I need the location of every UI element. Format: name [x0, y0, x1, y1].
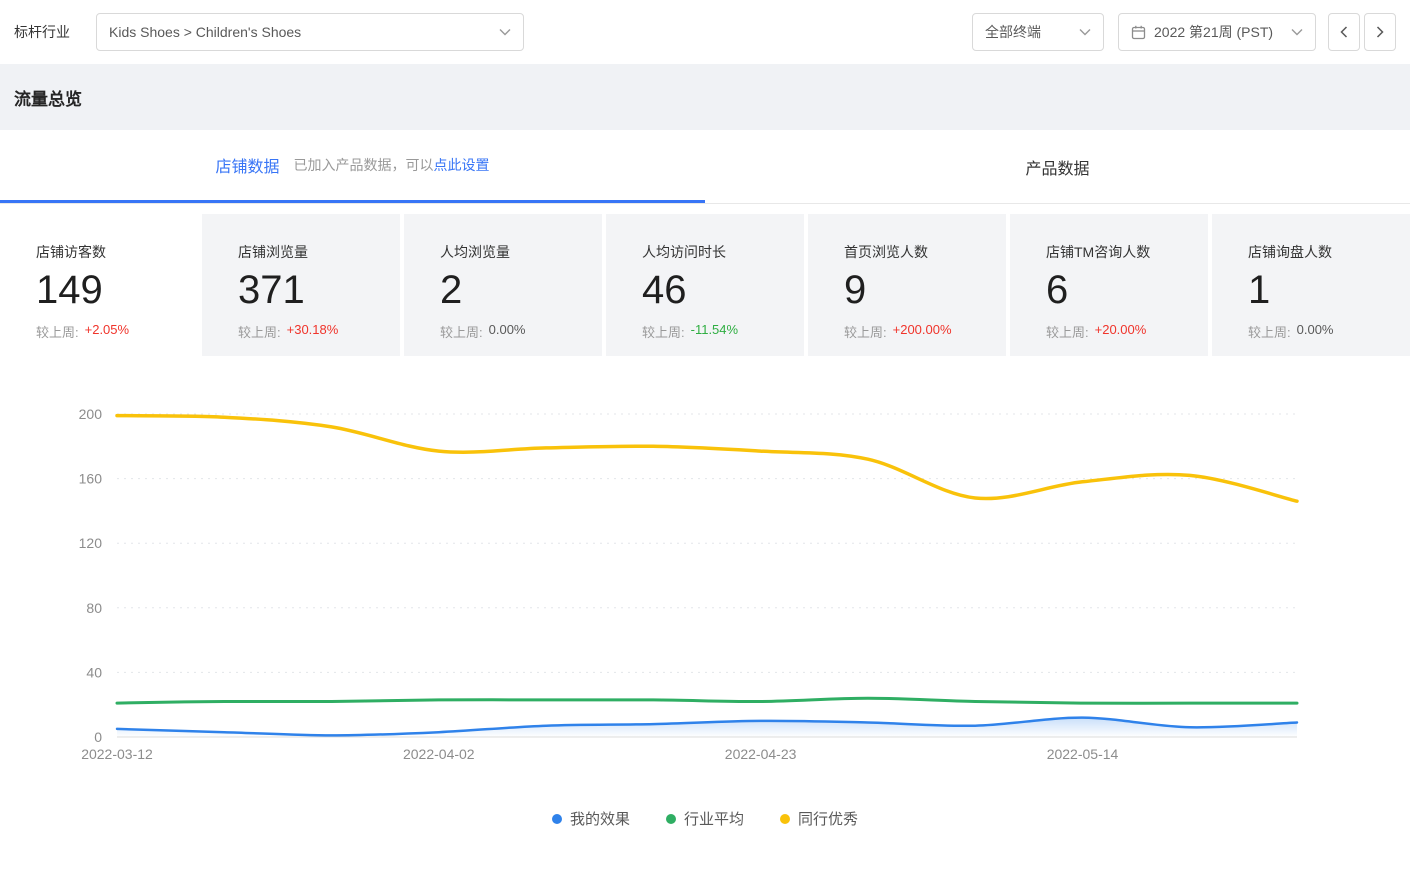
- prev-week-button[interactable]: [1328, 13, 1360, 51]
- next-week-button[interactable]: [1364, 13, 1396, 51]
- stat-value: 9: [844, 268, 998, 312]
- stat-label: 店铺询盘人数: [1248, 242, 1402, 262]
- stat-value: 371: [238, 268, 392, 312]
- stat-card-homepage-viewers[interactable]: 首页浏览人数 9 较上周: +200.00%: [808, 214, 1006, 356]
- stat-label: 店铺访客数: [36, 242, 190, 262]
- stat-wow: 较上周: 0.00%: [1248, 322, 1402, 341]
- stat-label: 人均浏览量: [440, 242, 594, 262]
- legend-label: 同行优秀: [798, 808, 858, 829]
- stat-card-shop-visitors[interactable]: 店铺访客数 149 较上周: +2.05%: [0, 214, 198, 356]
- traffic-overview-card: 店铺数据 已加入产品数据，可以点此设置 产品数据 店铺访客数 149 较上周: +…: [0, 130, 1410, 829]
- topbar: 标杆行业 Kids Shoes > Children's Shoes 全部终端 …: [0, 0, 1410, 64]
- stat-wow-label: 较上周:: [1046, 322, 1089, 341]
- stat-label: 店铺TM咨询人数: [1046, 242, 1200, 262]
- stat-label: 人均访问时长: [642, 242, 796, 262]
- stat-wow-value: +200.00%: [893, 322, 952, 341]
- tab-product-data[interactable]: 产品数据: [705, 130, 1410, 203]
- stat-card-avg-visit-duration[interactable]: 人均访问时长 46 较上周: -11.54%: [606, 214, 804, 356]
- svg-text:2022-04-23: 2022-04-23: [725, 746, 797, 762]
- stat-wow-label: 较上周:: [440, 322, 483, 341]
- legend-item-industry-average[interactable]: 行业平均: [666, 808, 744, 829]
- terminal-select-value: 全部终端: [985, 22, 1041, 42]
- stat-wow-value: +30.18%: [287, 322, 339, 341]
- stat-wow-label: 较上周:: [36, 322, 79, 341]
- stat-value: 46: [642, 268, 796, 312]
- section-band: 流量总览: [0, 64, 1410, 130]
- chevron-right-icon: [1376, 26, 1384, 38]
- stats-row: 店铺访客数 149 较上周: +2.05% 店铺浏览量 371 较上周: +30.1…: [0, 204, 1410, 356]
- stat-wow-label: 较上周:: [238, 322, 281, 341]
- benchmark-industry-label: 标杆行业: [14, 22, 70, 42]
- svg-text:80: 80: [86, 600, 102, 616]
- legend-dot: [552, 814, 562, 824]
- stat-wow: 较上周: +30.18%: [238, 322, 392, 341]
- chevron-down-icon: [499, 28, 511, 36]
- stat-wow-label: 较上周:: [642, 322, 685, 341]
- stat-wow-label: 较上周:: [1248, 322, 1291, 341]
- chevron-left-icon: [1340, 26, 1348, 38]
- stat-card-tm-inquiry-users[interactable]: 店铺TM咨询人数 6 较上周: +20.00%: [1010, 214, 1208, 356]
- tab-store-label: 店铺数据: [215, 153, 279, 177]
- svg-text:120: 120: [79, 535, 103, 551]
- stat-wow: 较上周: +20.00%: [1046, 322, 1200, 341]
- tab-store-hint-text: 已加入产品数据，可以: [294, 157, 434, 173]
- legend-dot: [780, 814, 790, 824]
- stat-card-shop-pageviews[interactable]: 店铺浏览量 371 较上周: +30.18%: [202, 214, 400, 356]
- svg-text:0: 0: [94, 729, 102, 745]
- stat-wow: 较上周: -11.54%: [642, 322, 796, 341]
- chevron-down-icon: [1079, 28, 1091, 36]
- stat-label: 店铺浏览量: [238, 242, 392, 262]
- stat-wow: 较上周: +2.05%: [36, 322, 190, 341]
- tab-store-data[interactable]: 店铺数据 已加入产品数据，可以点此设置: [0, 130, 705, 203]
- tab-store-hint: 已加入产品数据，可以点此设置: [294, 155, 490, 175]
- legend-label: 行业平均: [684, 808, 744, 829]
- stat-label: 首页浏览人数: [844, 242, 998, 262]
- stat-value: 6: [1046, 268, 1200, 312]
- terminal-select[interactable]: 全部终端: [972, 13, 1104, 51]
- category-select-value: Kids Shoes > Children's Shoes: [109, 24, 301, 40]
- stat-value: 2: [440, 268, 594, 312]
- settings-link[interactable]: 点此设置: [434, 157, 490, 173]
- week-select[interactable]: 2022 第21周 (PST): [1118, 13, 1316, 51]
- stat-wow-value: -11.54%: [691, 322, 738, 341]
- stat-wow-value: +2.05%: [85, 322, 129, 341]
- stat-wow-value: 0.00%: [1297, 322, 1334, 341]
- svg-text:2022-03-12: 2022-03-12: [81, 746, 153, 762]
- stat-wow-value: +20.00%: [1095, 322, 1147, 341]
- calendar-icon: [1131, 25, 1146, 40]
- stat-wow-label: 较上周:: [844, 322, 887, 341]
- chart-legend: 我的效果 行业平均 同行优秀: [0, 808, 1410, 829]
- tabs: 店铺数据 已加入产品数据，可以点此设置 产品数据: [0, 130, 1410, 204]
- stat-card-shop-inquiry-users[interactable]: 店铺询盘人数 1 较上周: 0.00%: [1212, 214, 1410, 356]
- stat-card-avg-pageviews[interactable]: 人均浏览量 2 较上周: 0.00%: [404, 214, 602, 356]
- stat-wow-value: 0.00%: [489, 322, 526, 341]
- traffic-line-chart[interactable]: 0 40 80 120 160 200 2022-03-12 2022-04-02 2022-0…: [0, 380, 1410, 780]
- chevron-down-icon: [1291, 28, 1303, 36]
- stat-wow: 较上周: +200.00%: [844, 322, 998, 341]
- stat-value: 1: [1248, 268, 1402, 312]
- stat-wow: 较上周: 0.00%: [440, 322, 594, 341]
- week-select-value: 2022 第21周 (PST): [1154, 22, 1273, 42]
- svg-text:2022-05-14: 2022-05-14: [1047, 746, 1119, 762]
- svg-text:160: 160: [79, 471, 103, 487]
- svg-text:200: 200: [79, 406, 103, 422]
- legend-item-peer-excellent[interactable]: 同行优秀: [780, 808, 858, 829]
- legend-label: 我的效果: [570, 808, 630, 829]
- legend-item-my-performance[interactable]: 我的效果: [552, 808, 630, 829]
- legend-dot: [666, 814, 676, 824]
- stat-value: 149: [36, 268, 190, 312]
- svg-text:2022-04-02: 2022-04-02: [403, 746, 475, 762]
- page-title: 流量总览: [14, 85, 82, 110]
- tab-product-label: 产品数据: [1025, 155, 1089, 179]
- svg-text:40: 40: [86, 664, 102, 680]
- category-select[interactable]: Kids Shoes > Children's Shoes: [96, 13, 524, 51]
